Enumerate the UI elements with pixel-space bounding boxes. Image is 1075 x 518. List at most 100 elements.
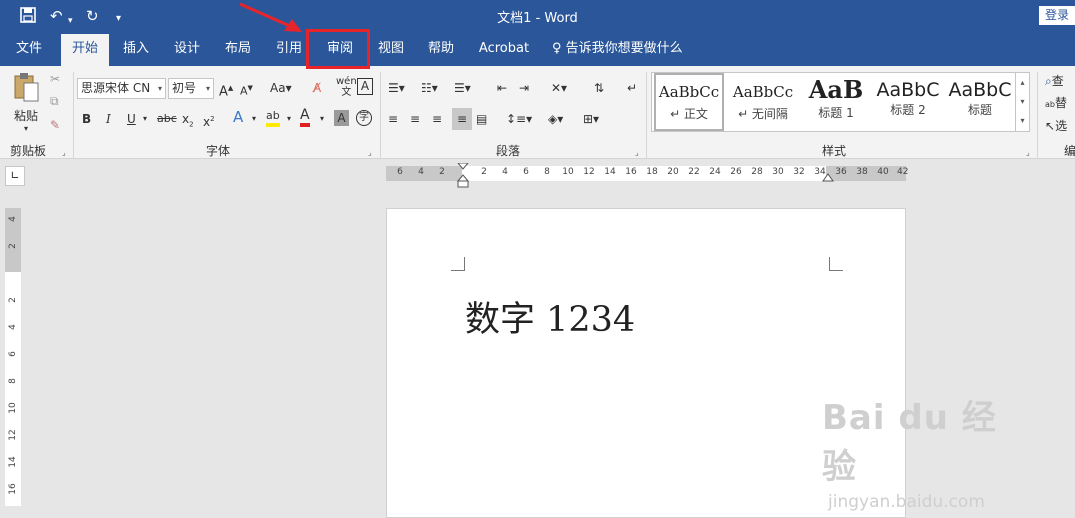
horizontal-ruler[interactable]: 6 4 2 2 4 6 8 10 12 14 16 18 20 22 24 26… bbox=[386, 163, 909, 188]
paste-button[interactable]: 粘贴 ▾ bbox=[8, 72, 44, 133]
multilevel-list-icon[interactable]: ☰▾ bbox=[454, 79, 471, 97]
replace-icon: ab bbox=[1045, 100, 1055, 109]
indent-marker-icon[interactable] bbox=[457, 163, 469, 188]
styles-launcher-icon[interactable]: ⌟ bbox=[1026, 148, 1030, 157]
tab-help[interactable]: 帮助 bbox=[419, 32, 463, 66]
align-right-icon[interactable]: ≡ bbox=[432, 110, 442, 128]
style-normal[interactable]: AaBbCc ↵ 正文 bbox=[654, 73, 724, 131]
styles-group-label: 样式 bbox=[821, 144, 846, 158]
style-no-spacing[interactable]: AaBbCc ↵ 无间隔 bbox=[728, 73, 798, 131]
grow-font-icon[interactable]: A▲ bbox=[219, 79, 233, 101]
ruler-tick: 10 bbox=[8, 402, 18, 414]
ruler-tick: 16 bbox=[625, 167, 637, 177]
font-color-dropdown-icon[interactable]: ▾ bbox=[320, 110, 324, 128]
char-shading-icon[interactable]: A bbox=[334, 110, 349, 126]
numbering-icon[interactable]: ☷▾ bbox=[421, 79, 438, 97]
style-sample: AaBbC bbox=[876, 79, 940, 101]
tab-acrobat[interactable]: Acrobat bbox=[474, 32, 534, 66]
ruler-tick: 4 bbox=[8, 216, 18, 222]
change-case-icon[interactable]: Aa▾ bbox=[270, 79, 292, 97]
decrease-indent-icon[interactable]: ⇤ bbox=[497, 79, 507, 97]
font-name-value: 思源宋体 CN bbox=[81, 81, 151, 95]
enclose-char-icon[interactable]: 字 bbox=[356, 110, 372, 126]
ruler-tick: 36 bbox=[835, 167, 847, 177]
sort-icon[interactable]: ⇅ bbox=[594, 79, 604, 97]
right-indent-marker-icon[interactable] bbox=[822, 173, 834, 182]
shading-icon[interactable]: ◈▾ bbox=[548, 110, 563, 128]
tell-me-box[interactable]: ♀ 告诉我你想要做什么 bbox=[552, 32, 686, 66]
style-name: ↵ 正文 bbox=[670, 107, 708, 121]
document-title: 文档1 - Word bbox=[497, 11, 578, 26]
ruler-tick: 4 bbox=[418, 167, 424, 177]
highlight-icon[interactable]: ab bbox=[266, 108, 280, 127]
increase-indent-icon[interactable]: ⇥ bbox=[519, 79, 529, 97]
superscript-icon[interactable]: x2 bbox=[203, 110, 215, 131]
ruler-tick: 8 bbox=[544, 167, 550, 177]
strikethrough-icon[interactable]: abc bbox=[157, 110, 177, 128]
ruler-tick: 4 bbox=[502, 167, 508, 177]
font-size-value: 初号 bbox=[172, 81, 197, 95]
copy-icon[interactable]: ⧉ bbox=[50, 92, 59, 110]
tab-references[interactable]: 引用 bbox=[267, 32, 311, 66]
tab-layout[interactable]: 布局 bbox=[216, 32, 260, 66]
align-left-icon[interactable]: ≡ bbox=[388, 110, 398, 128]
text-effects-icon[interactable]: A bbox=[233, 108, 243, 126]
paste-dropdown-icon[interactable]: ▾ bbox=[8, 125, 44, 133]
distributed-icon[interactable]: ▤ bbox=[476, 110, 487, 128]
cut-icon[interactable]: ✂ bbox=[50, 70, 60, 88]
bullets-icon[interactable]: ☰▾ bbox=[388, 79, 405, 97]
vertical-ruler[interactable]: 4 2 2 4 6 8 10 12 14 16 bbox=[5, 208, 21, 506]
chinese-layout-icon[interactable]: ✕▾ bbox=[551, 79, 567, 97]
font-launcher-icon[interactable]: ⌟ bbox=[368, 148, 372, 157]
clipboard-launcher-icon[interactable]: ⌟ bbox=[62, 148, 66, 157]
ruler-tick: 6 bbox=[397, 167, 403, 177]
style-sample: AaB bbox=[808, 75, 864, 104]
shrink-font-icon[interactable]: A▼ bbox=[240, 79, 253, 101]
ruler-tick: 12 bbox=[583, 167, 595, 177]
underline-dropdown-icon[interactable]: ▾ bbox=[143, 110, 147, 128]
paragraph-launcher-icon[interactable]: ⌟ bbox=[635, 148, 639, 157]
ruler-tick: 30 bbox=[772, 167, 784, 177]
login-button[interactable]: 登录 bbox=[1039, 6, 1075, 25]
font-group-label: 字体 bbox=[205, 144, 230, 158]
search-icon: ⌕ bbox=[1045, 74, 1052, 88]
borders-icon[interactable]: ⊞▾ bbox=[583, 110, 599, 128]
ruler-tick: 42 bbox=[897, 167, 909, 177]
text-effects-dropdown-icon[interactable]: ▾ bbox=[252, 110, 256, 128]
justify-icon[interactable]: ≡ bbox=[452, 108, 472, 130]
subscript-icon[interactable]: x2 bbox=[182, 110, 194, 133]
select-button[interactable]: ↖选 bbox=[1045, 117, 1067, 135]
tab-view[interactable]: 视图 bbox=[369, 32, 413, 66]
line-spacing-icon[interactable]: ↕≡▾ bbox=[506, 110, 532, 128]
clear-format-icon[interactable]: A̸ bbox=[313, 79, 321, 97]
tab-home[interactable]: 开始 bbox=[61, 34, 109, 66]
style-heading-1[interactable]: AaB 标题 1 bbox=[802, 73, 870, 131]
document-body-text[interactable]: 数字 1234 bbox=[465, 291, 635, 342]
style-name: 标题 2 bbox=[890, 103, 926, 117]
italic-icon[interactable]: I bbox=[106, 110, 111, 128]
font-size-select[interactable]: 初号 ▾ bbox=[168, 78, 214, 99]
font-name-select[interactable]: 思源宋体 CN ▾ bbox=[77, 78, 166, 99]
tab-file[interactable]: 文件 bbox=[6, 32, 52, 66]
highlight-dropdown-icon[interactable]: ▾ bbox=[287, 110, 291, 128]
underline-icon[interactable]: U bbox=[127, 110, 136, 128]
styles-gallery: AaBbCc ↵ 正文 AaBbCc ↵ 无间隔 AaB 标题 1 AaBbC … bbox=[651, 72, 1030, 132]
char-border-icon[interactable]: A bbox=[357, 78, 373, 95]
styles-scroll[interactable]: ▴ ▾ ▾ bbox=[1015, 73, 1029, 131]
tab-insert[interactable]: 插入 bbox=[114, 32, 158, 66]
cursor-icon: ↖ bbox=[1045, 119, 1056, 133]
tab-design[interactable]: 设计 bbox=[165, 32, 209, 66]
find-button[interactable]: ⌕查 bbox=[1045, 72, 1064, 90]
tab-selector-button[interactable]: ∟ bbox=[5, 166, 25, 186]
divider bbox=[380, 72, 381, 158]
show-marks-icon[interactable]: ↵ bbox=[627, 79, 637, 97]
font-color-icon[interactable]: A bbox=[300, 108, 310, 127]
style-title[interactable]: AaBbC 标题 bbox=[946, 73, 1014, 131]
style-heading-2[interactable]: AaBbC 标题 2 bbox=[874, 73, 942, 131]
format-painter-icon[interactable]: ✎ bbox=[50, 116, 60, 134]
replace-button[interactable]: ab替 bbox=[1045, 94, 1067, 114]
align-center-icon[interactable]: ≡ bbox=[410, 110, 420, 128]
phonetic-guide-icon[interactable]: wén 文 bbox=[336, 76, 357, 98]
ruler-tick: 32 bbox=[793, 167, 805, 177]
bold-icon[interactable]: B bbox=[82, 110, 91, 128]
